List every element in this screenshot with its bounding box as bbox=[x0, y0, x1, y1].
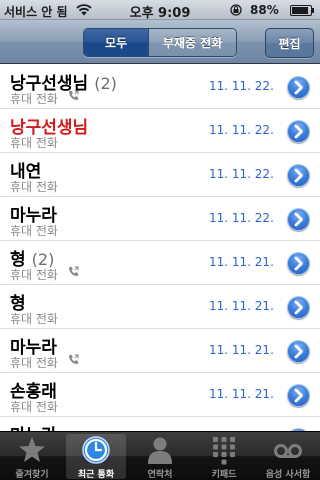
call-row[interactable]: 내연 휴대 전화 11. 11. 22. bbox=[0, 153, 320, 197]
clock-icon bbox=[82, 436, 110, 464]
keypad-icon bbox=[213, 437, 235, 465]
chevron-right-icon bbox=[294, 168, 303, 183]
phone-type-label: 휴대 전화 bbox=[10, 92, 58, 106]
call-row[interactable]: 손홍래 휴대 전화 11. 11. 21. bbox=[0, 373, 320, 417]
phone-type-label: 휴대 전화 bbox=[10, 268, 58, 282]
call-date: 11. 11. 22. bbox=[209, 211, 274, 225]
outgoing-call-icon bbox=[69, 90, 79, 100]
call-detail-button[interactable] bbox=[287, 76, 310, 99]
outgoing-call-icon bbox=[69, 354, 79, 364]
tab-recents-label: 최근 통화 bbox=[77, 470, 115, 480]
outgoing-call-icon bbox=[69, 266, 79, 276]
caller-name-line: 손홍래 bbox=[10, 377, 63, 402]
tab-favorites-label: 즐겨찾기 bbox=[15, 470, 49, 480]
tab-contacts[interactable]: 연락처 bbox=[128, 432, 192, 480]
chevron-right-icon bbox=[294, 388, 303, 403]
caller-name-line: 마누라 bbox=[10, 421, 63, 431]
call-filter-segmented-control: 모두 부재중 전화 bbox=[83, 28, 237, 57]
chevron-right-icon bbox=[294, 256, 303, 271]
call-row[interactable]: 낭구선생님 휴대 전화 11. 11. 22. bbox=[0, 109, 320, 153]
tab-voicemail[interactable]: 음성 사서함 bbox=[256, 432, 320, 480]
status-bar: 서비스 안 됨 오후 9:09 88% bbox=[0, 0, 320, 21]
call-row[interactable]: 마누라휴대 전화11. 11. 21. bbox=[0, 417, 320, 431]
call-date: 11. 11. 22. bbox=[209, 167, 274, 181]
tab-keypad[interactable]: 키패드 bbox=[192, 432, 256, 480]
tab-favorites[interactable]: 즐겨찾기 bbox=[0, 432, 64, 480]
call-row[interactable]: 낭구선생님 (2) 휴대 전화 11. 11. 22. bbox=[0, 65, 320, 109]
edit-button[interactable]: 편집 bbox=[265, 28, 314, 58]
call-date: 11. 11. 21. bbox=[209, 299, 274, 313]
voicemail-icon bbox=[274, 444, 302, 458]
call-detail-button[interactable] bbox=[287, 120, 310, 143]
person-icon bbox=[148, 437, 172, 464]
phone-type-label: 휴대 전화 bbox=[10, 400, 58, 414]
call-row[interactable]: 형 (2) 휴대 전화 11. 11. 21. bbox=[0, 241, 320, 285]
phone-type-label: 휴대 전화 bbox=[10, 180, 58, 194]
recent-calls-list[interactable]: 낭구선생님 (2) 휴대 전화 11. 11. 22. 낭구선생님 휴대 전화 11. 11… bbox=[0, 65, 320, 431]
chevron-right-icon bbox=[294, 300, 303, 315]
segment-all[interactable]: 모두 bbox=[84, 29, 150, 56]
caller-name-line: 형 bbox=[10, 289, 32, 314]
call-detail-button[interactable] bbox=[287, 164, 310, 187]
call-date: 11. 11. 22. bbox=[209, 123, 274, 137]
star-icon bbox=[19, 437, 45, 462]
caller-name-line: 형 (2) bbox=[10, 245, 54, 270]
tab-bar: 즐겨찾기 최근 통화 연락처 키패드 음성 사서함 bbox=[0, 431, 320, 480]
call-detail-button[interactable] bbox=[287, 252, 310, 275]
caller-name-line: 내연 bbox=[10, 157, 47, 182]
call-date: 11. 11. 22. bbox=[209, 79, 274, 93]
phone-type-label: 휴대 전화 bbox=[10, 224, 58, 238]
tab-contacts-label: 연락처 bbox=[147, 470, 173, 480]
call-row[interactable]: 마누라 휴대 전화 11. 11. 22. bbox=[0, 197, 320, 241]
phone-type-label: 휴대 전화 bbox=[10, 356, 58, 370]
call-date: 11. 11. 21. bbox=[209, 387, 274, 401]
call-detail-button[interactable] bbox=[287, 208, 310, 231]
call-detail-button[interactable] bbox=[287, 340, 310, 363]
phone-type-label: 휴대 전화 bbox=[10, 312, 58, 326]
phone-type-label: 휴대 전화 bbox=[10, 136, 58, 150]
chevron-right-icon bbox=[294, 124, 303, 139]
call-detail-button[interactable] bbox=[287, 296, 310, 319]
call-row[interactable]: 마누라휴대 전화 11. 11. 21. bbox=[0, 329, 320, 373]
segment-missed-calls[interactable]: 부재중 전화 bbox=[149, 29, 236, 56]
call-detail-button[interactable] bbox=[287, 384, 310, 407]
tab-recents[interactable]: 최근 통화 bbox=[64, 432, 128, 480]
call-row[interactable]: 형 휴대 전화 11. 11. 21. bbox=[0, 285, 320, 329]
battery-icon bbox=[290, 5, 314, 16]
caller-name-line: 낭구선생님 bbox=[10, 113, 94, 138]
tab-keypad-label: 키패드 bbox=[211, 470, 237, 480]
chevron-right-icon bbox=[294, 80, 303, 95]
rotation-lock-icon bbox=[230, 4, 242, 16]
tab-voicemail-label: 음성 사서함 bbox=[265, 470, 311, 480]
call-date: 11. 11. 21. bbox=[209, 343, 274, 357]
call-date: 11. 11. 21. bbox=[209, 255, 274, 269]
chevron-right-icon bbox=[294, 344, 303, 359]
chevron-right-icon bbox=[294, 212, 303, 227]
call-count: (2) bbox=[94, 74, 117, 93]
caller-name-line: 마누라 bbox=[10, 201, 63, 226]
caller-name-line: 낭구선생님 (2) bbox=[10, 69, 117, 94]
nav-bar: 모두 부재중 전화 편집 bbox=[0, 20, 320, 64]
battery-percentage: 88% bbox=[250, 3, 279, 17]
caller-name-line: 마누라 bbox=[10, 333, 63, 358]
